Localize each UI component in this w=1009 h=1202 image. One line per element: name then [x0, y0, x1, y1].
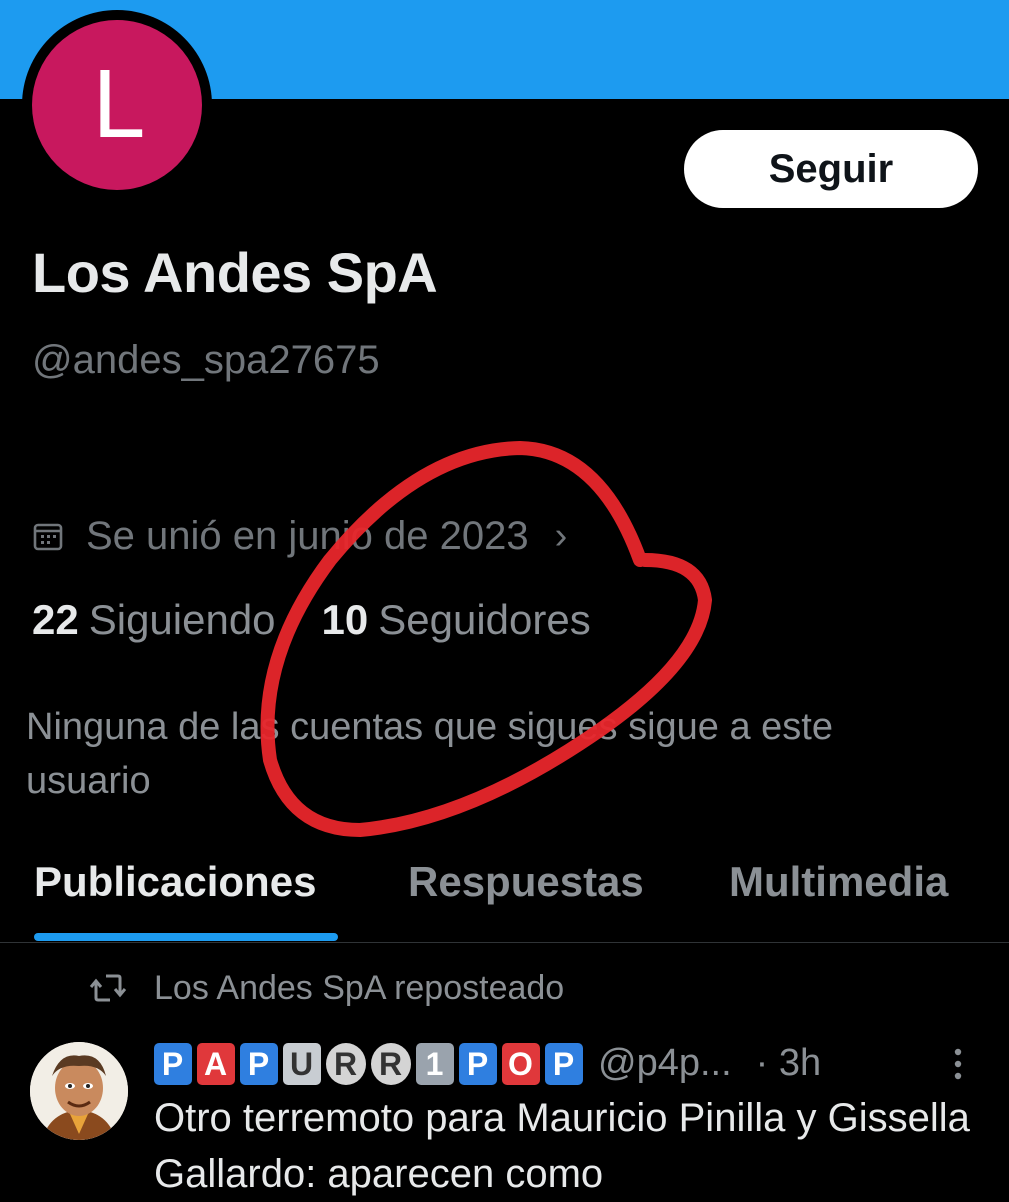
- join-date-text: Se unió en junio de 2023: [86, 513, 529, 558]
- followers-label: Seguidores: [378, 596, 591, 643]
- cartoon-face-avatar: [30, 1042, 128, 1140]
- tabs-divider: [0, 942, 1009, 943]
- profile-tabs: Publicaciones Respuestas Multimedia: [0, 858, 1009, 944]
- mutuals-notice: Ninguna de las cuentas que sigues sigue …: [26, 706, 833, 802]
- author-badge: U: [283, 1043, 321, 1086]
- chevron-right-icon[interactable]: ›: [555, 515, 568, 558]
- author-badge: P: [240, 1043, 278, 1086]
- post-text[interactable]: Otro terremoto para Mauricio Pinilla y G…: [154, 1090, 974, 1202]
- post-author-handle[interactable]: @p4p...: [598, 1042, 732, 1085]
- repost-context[interactable]: Los Andes SpA reposteado: [88, 968, 564, 1008]
- author-badge: R: [326, 1043, 366, 1086]
- post-author-avatar[interactable]: [30, 1042, 128, 1140]
- tab-multimedia[interactable]: Multimedia: [729, 858, 948, 906]
- repost-icon: [89, 974, 127, 1002]
- author-badge: P: [459, 1043, 497, 1086]
- follow-button[interactable]: Seguir: [684, 130, 978, 208]
- tab-publicaciones[interactable]: Publicaciones: [34, 858, 316, 906]
- active-tab-indicator: [34, 933, 338, 941]
- following-count: 22: [32, 596, 79, 643]
- author-badge: P: [154, 1043, 192, 1086]
- following-link[interactable]: 22 Siguiendo: [32, 596, 276, 644]
- join-date[interactable]: Se unió en junio de 2023 ›: [32, 508, 567, 564]
- author-badge: A: [197, 1043, 235, 1086]
- calendar-icon: [33, 523, 63, 551]
- tab-respuestas[interactable]: Respuestas: [408, 858, 644, 906]
- following-label: Siguiendo: [88, 596, 276, 643]
- author-badge: R: [371, 1043, 411, 1086]
- post-header: PAPURR1POP @p4p... · 3h: [154, 1038, 821, 1088]
- profile-avatar[interactable]: L: [32, 20, 202, 190]
- more-vertical-icon[interactable]: [946, 1044, 970, 1084]
- profile-handle: @andes_spa27675: [32, 338, 380, 382]
- post-time[interactable]: · 3h: [756, 1042, 821, 1085]
- profile-name: Los Andes SpA: [32, 241, 438, 304]
- author-badge: O: [502, 1043, 540, 1086]
- followers-count: 10: [321, 596, 369, 643]
- post-author-name[interactable]: PAPURR1POP: [154, 1041, 588, 1086]
- avatar-letter: L: [91, 51, 143, 159]
- repost-label: Los Andes SpA reposteado: [154, 968, 565, 1007]
- author-badge: P: [545, 1043, 583, 1086]
- author-badge: 1: [416, 1043, 454, 1086]
- followers-link[interactable]: 10 Seguidores: [322, 596, 591, 644]
- follow-stats: 22 Siguiendo 10 Seguidores: [32, 596, 591, 644]
